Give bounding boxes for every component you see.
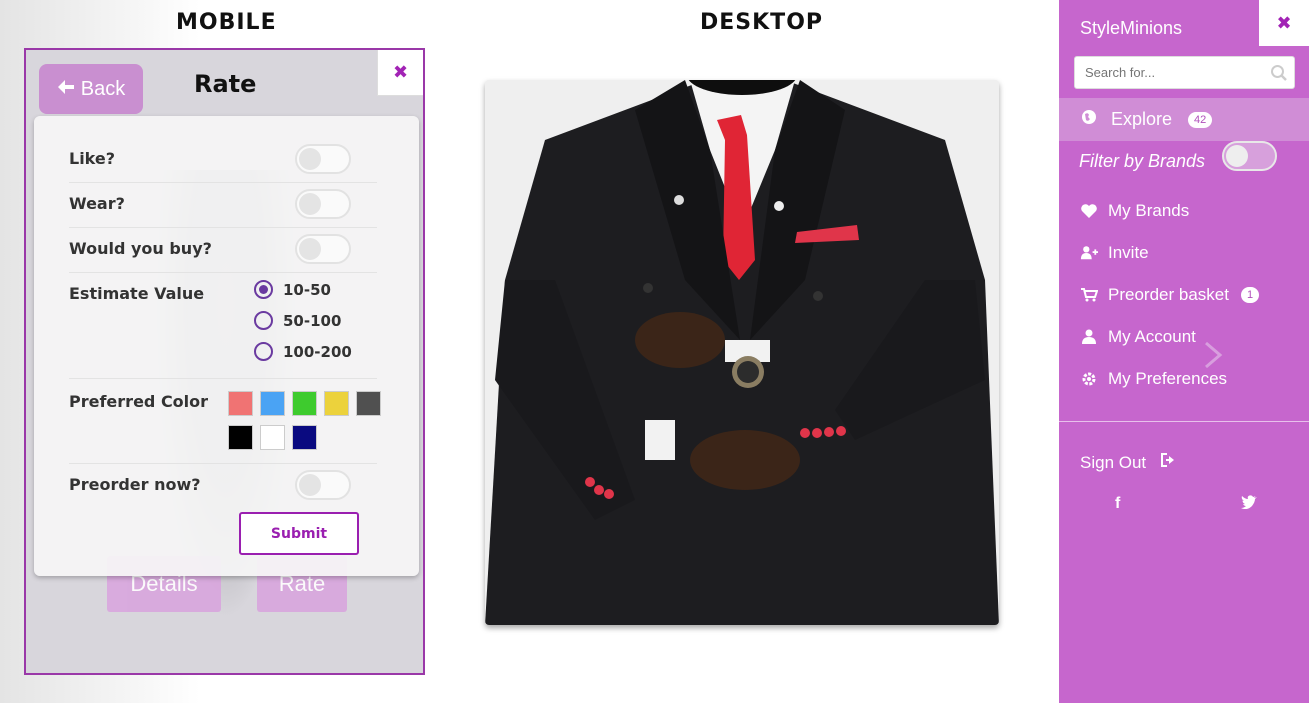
user-icon <box>1080 328 1098 346</box>
close-icon: ✖ <box>392 62 409 82</box>
submit-button[interactable]: Submit <box>239 512 359 555</box>
color-swatch[interactable] <box>228 391 253 416</box>
color-label: Preferred Color <box>69 392 209 411</box>
color-swatch[interactable] <box>228 425 253 450</box>
filter-brands-label: Filter by Brands <box>1079 151 1206 171</box>
sign-out-icon <box>1160 452 1178 473</box>
color-swatch[interactable] <box>260 425 285 450</box>
filter-brands-toggle[interactable] <box>1222 141 1277 171</box>
user-plus-icon <box>1080 244 1098 262</box>
search-box <box>1074 56 1295 89</box>
mobile-preview: Back Rate ✖ Details Rate Like? Wear? Wou… <box>24 48 425 675</box>
sidebar: StyleMinions ✖ Explore 42 Filter by Bran… <box>1059 0 1309 703</box>
color-swatch[interactable] <box>292 425 317 450</box>
search-icon[interactable] <box>1270 64 1288 87</box>
mobile-heading: MOBILE <box>176 10 277 35</box>
sidebar-item-explore[interactable]: Explore 42 <box>1059 98 1309 141</box>
sidebar-divider <box>1059 421 1309 422</box>
twitter-icon[interactable] <box>1241 495 1257 514</box>
sign-out-button[interactable]: Sign Out <box>1080 452 1178 473</box>
sidebar-close-button[interactable]: ✖ <box>1259 0 1309 46</box>
estimate-option-3[interactable]: 100-200 <box>254 342 352 361</box>
globe-icon <box>1081 109 1097 130</box>
arrow-left-icon <box>57 78 75 101</box>
product-photo <box>485 80 999 625</box>
sidebar-item-my-account[interactable]: My Account <box>1080 327 1196 347</box>
explore-count-badge: 42 <box>1188 111 1213 128</box>
facebook-icon[interactable]: f <box>1115 495 1120 513</box>
radio-checked-icon <box>254 280 273 299</box>
sidebar-item-my-brands[interactable]: My Brands <box>1080 201 1189 221</box>
like-label: Like? <box>69 149 116 168</box>
buy-label: Would you buy? <box>69 239 212 258</box>
sign-out-label: Sign Out <box>1080 452 1147 472</box>
brand-name: StyleMinions <box>1080 18 1183 38</box>
wear-toggle[interactable] <box>295 189 351 219</box>
color-swatch[interactable] <box>260 391 285 416</box>
preorder-label: Preorder now? <box>69 475 201 494</box>
close-button[interactable]: ✖ <box>377 50 423 96</box>
desktop-heading: DESKTOP <box>700 10 824 35</box>
buy-toggle[interactable] <box>295 234 351 264</box>
estimate-option-2[interactable]: 50-100 <box>254 311 341 330</box>
estimate-option-1[interactable]: 10-50 <box>254 280 331 299</box>
rate-form: Like? Wear? Would you buy? Estimate Valu… <box>34 116 419 576</box>
radio-icon <box>254 311 273 330</box>
sidebar-item-preorder-basket[interactable]: Preorder basket 1 <box>1080 285 1260 305</box>
estimate-label: Estimate Value <box>69 284 205 303</box>
color-swatch[interactable] <box>292 391 317 416</box>
like-toggle[interactable] <box>295 144 351 174</box>
color-swatch[interactable] <box>356 391 381 416</box>
cart-icon <box>1080 286 1098 304</box>
preorder-toggle[interactable] <box>295 470 351 500</box>
chevron-right-icon <box>1202 340 1224 375</box>
color-swatch[interactable] <box>324 391 349 416</box>
rate-title: Rate <box>194 70 257 98</box>
wear-label: Wear? <box>69 194 125 213</box>
radio-icon <box>254 342 273 361</box>
explore-label: Explore <box>1111 109 1173 129</box>
search-input[interactable] <box>1075 57 1255 88</box>
sidebar-item-invite[interactable]: Invite <box>1080 243 1149 263</box>
back-label: Back <box>80 77 126 100</box>
heart-icon <box>1080 202 1098 220</box>
basket-count-badge: 1 <box>1240 287 1260 303</box>
back-button[interactable]: Back <box>39 64 143 114</box>
gear-icon <box>1080 370 1098 388</box>
close-icon: ✖ <box>1276 12 1292 33</box>
